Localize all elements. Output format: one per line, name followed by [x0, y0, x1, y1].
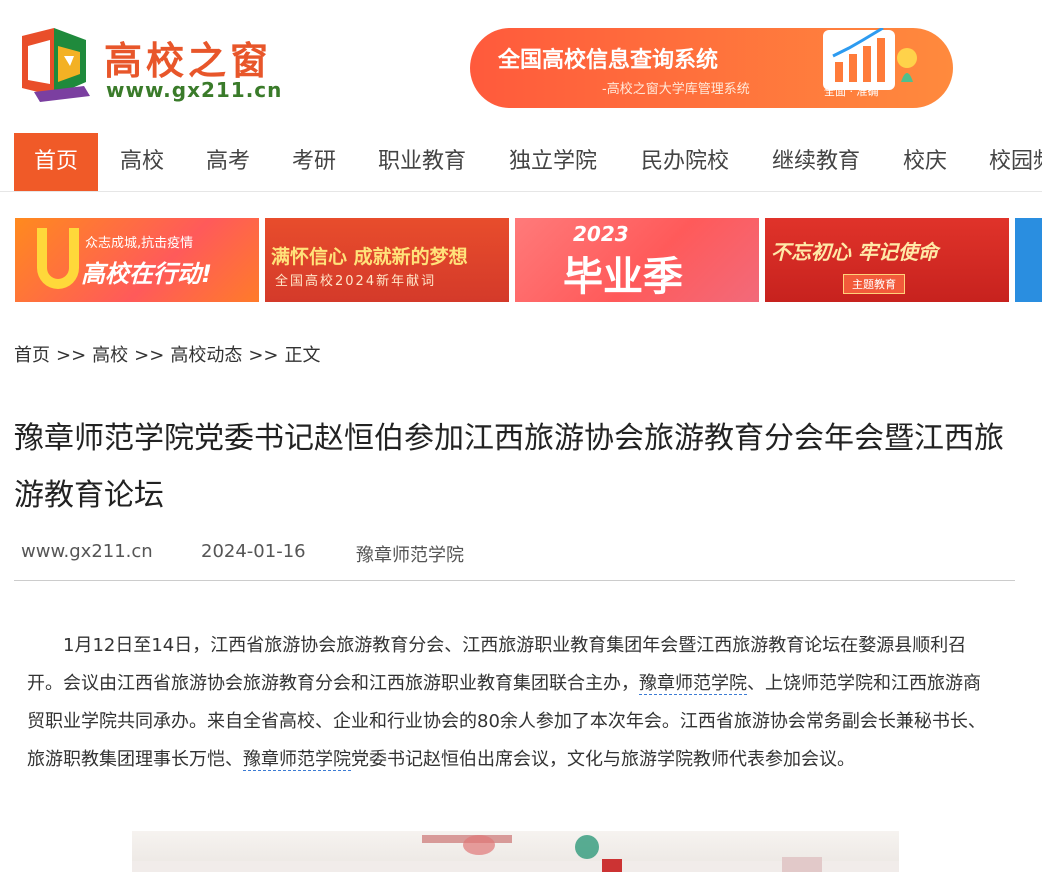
breadcrumb-separator: >> [134, 345, 165, 366]
meta-divider [14, 580, 1015, 581]
nav-item-home[interactable]: 首页 [14, 133, 98, 191]
breadcrumb-separator: >> [56, 345, 87, 366]
tile-headline: 毕业季 [563, 254, 683, 300]
article-title-line: 豫章师范学院党委书记赵恒伯参加江西旅游协会旅游教育分会年会暨江西旅 [14, 421, 1004, 456]
nav-item-anniversary[interactable]: 校庆 [903, 133, 947, 191]
article-photo [132, 831, 899, 872]
main-nav: 首页 高校 高考 考研 职业教育 独立学院 民办院校 继续教育 校庆 校园频 [0, 133, 1042, 192]
nav-item-continuing-education[interactable]: 继续教育 [772, 133, 860, 191]
nav-item-campus-channel[interactable]: 校园频 [989, 133, 1042, 191]
article-date: 2024-01-16 [201, 541, 306, 562]
tile-headline: 高校在行动! [81, 260, 212, 288]
logo-url: www.gx211.cn [106, 78, 283, 102]
article-title: 豫章师范学院党委书记赵恒伯参加江西旅游协会旅游教育分会年会暨江西旅 游教育论坛 [14, 410, 1014, 524]
tile-caption: 主题教育 [843, 274, 905, 294]
nav-item-vocational[interactable]: 职业教育 [378, 133, 466, 191]
nav-item-independent-colleges[interactable]: 独立学院 [509, 133, 597, 191]
breadcrumb-current: 正文 [284, 345, 321, 366]
nav-item-gaokao[interactable]: 高考 [206, 133, 250, 191]
logo-title: 高校之窗 [104, 39, 273, 83]
tile-year: 2023 [573, 222, 629, 246]
topic-tile-next[interactable] [1015, 218, 1042, 302]
article-paragraph: 1月12日至14日，江西省旅游协会旅游教育分会、江西旅游职业教育集团年会暨江西旅… [27, 627, 995, 779]
article-source: www.gx211.cn [21, 541, 153, 562]
nav-item-private-colleges[interactable]: 民办院校 [641, 133, 729, 191]
banner-tag: 全面 · 准确 [824, 85, 879, 98]
logo-mark-icon [22, 28, 90, 102]
article-title-line: 游教育论坛 [14, 478, 164, 513]
school-link[interactable]: 豫章师范学院 [243, 749, 351, 771]
topic-tile-epidemic[interactable]: 众志成城,抗击疫情 高校在行动! [15, 218, 259, 302]
topic-tile-theme-education[interactable]: 不忘初心 牢记使命 主题教育 [765, 218, 1009, 302]
query-system-banner[interactable]: 全国高校信息查询系统 -高校之窗大学库管理系统 全面 · 准确 [470, 28, 953, 108]
breadcrumb-separator: >> [248, 345, 279, 366]
paragraph-text: 党委书记赵恒伯出席会议，文化与旅游学院教师代表参加会议。 [351, 749, 855, 770]
nav-item-postgraduate[interactable]: 考研 [292, 133, 336, 191]
u-letter-icon [37, 228, 79, 289]
photo-content [132, 835, 899, 872]
topic-tile-new-year[interactable]: 满怀信心 成就新的梦想 全国高校2024新年献词 [265, 218, 509, 302]
breadcrumb-university-news[interactable]: 高校动态 [170, 345, 242, 366]
breadcrumb-home[interactable]: 首页 [14, 345, 50, 366]
site-logo[interactable]: 高校之窗 www.gx211.cn [14, 24, 314, 104]
article-author: 豫章师范学院 [356, 545, 464, 566]
tile-headline: 满怀信心 成就新的梦想 [271, 246, 468, 268]
nav-item-universities[interactable]: 高校 [120, 133, 164, 191]
banner-title: 全国高校信息查询系统 [498, 48, 719, 73]
topic-tile-graduation[interactable]: 2023 毕业季 [515, 218, 759, 302]
breadcrumb-universities[interactable]: 高校 [92, 345, 128, 366]
school-link[interactable]: 豫章师范学院 [639, 673, 747, 695]
banner-subtitle: -高校之窗大学库管理系统 [602, 82, 750, 97]
tile-caption: 全国高校2024新年献词 [275, 274, 437, 289]
tile-caption: 众志成城,抗击疫情 [85, 236, 194, 251]
tile-headline: 不忘初心 牢记使命 [771, 240, 938, 264]
breadcrumb: 首页 >> 高校 >> 高校动态 >> 正文 [14, 341, 327, 367]
